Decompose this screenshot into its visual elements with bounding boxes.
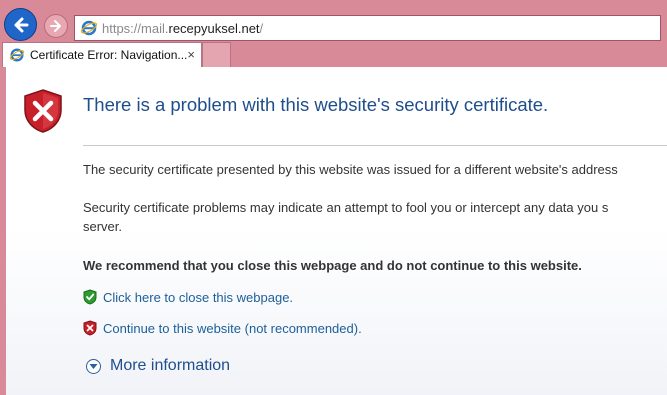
close-webpage-action[interactable]: Click here to close this webpage. [83,288,293,306]
back-button[interactable] [4,8,37,41]
close-webpage-link[interactable]: Click here to close this webpage. [103,290,293,305]
forward-arrow-icon [50,20,61,32]
internet-explorer-icon [80,20,98,36]
red-shield-icon [83,320,97,336]
expand-chevron-button[interactable] [86,358,101,374]
divider [83,145,667,146]
tab-close-button[interactable]: × [187,47,195,63]
certificate-error-page: There is a problem with this website's s… [0,67,667,395]
warning-paragraph-line-1: Security certificate problems may indica… [83,200,609,215]
back-arrow-icon [14,17,28,32]
warning-paragraph-line-2: server. [83,219,123,234]
browser-chrome: https://mail.recepyuksel.net/ Certificat… [0,0,667,67]
address-bar[interactable]: https://mail.recepyuksel.net/ [74,15,661,41]
forward-button[interactable] [44,14,68,38]
recommendation-text: We recommend that you close this webpage… [83,258,582,273]
new-tab-button[interactable] [202,42,231,67]
continue-action[interactable]: Continue to this website (not recommende… [83,319,362,337]
explanation-paragraph: The security certificate presented by th… [83,162,618,177]
url-path: / [259,20,264,36]
tab-certificate-error[interactable]: Certificate Error: Navigation... × [2,42,202,67]
green-shield-icon [83,289,97,305]
address-url: https://mail.recepyuksel.net/ [102,21,263,36]
continue-to-website-link[interactable]: Continue to this website (not recommende… [103,321,362,336]
url-protocol: https:// [102,20,142,36]
error-shield-icon [24,89,62,133]
more-information-label[interactable]: More information [110,357,230,375]
tab-label: Certificate Error: Navigation... [30,48,188,62]
url-domain: recepyuksel.net [168,20,260,36]
more-information-toggle[interactable]: More information [86,357,230,375]
page-title: There is a problem with this website's s… [83,94,549,115]
chevron-down-icon [89,363,98,369]
internet-explorer-icon [9,48,25,62]
url-subdomain: mail. [141,20,169,36]
